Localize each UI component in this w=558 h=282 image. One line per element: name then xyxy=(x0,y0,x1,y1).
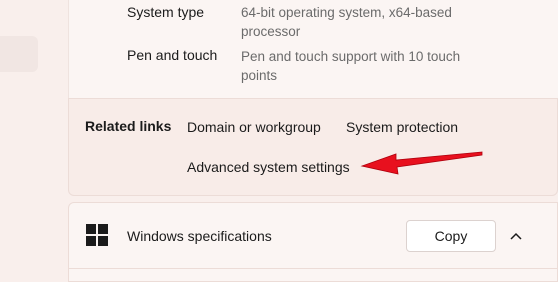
link-advanced-system-settings[interactable]: Advanced system settings xyxy=(187,159,350,175)
chevron-up-icon xyxy=(510,232,522,240)
link-system-protection[interactable]: System protection xyxy=(346,119,458,135)
card-divider xyxy=(68,268,558,269)
spec-value-system-type: 64-bit operating system, x64-based proce… xyxy=(241,5,452,39)
windows-specifications-title: Windows specifications xyxy=(127,228,272,244)
red-arrow-annotation-icon xyxy=(360,151,483,175)
spec-label-pen-touch: Pen and touch xyxy=(127,47,218,63)
windows-logo-icon xyxy=(86,224,108,246)
nav-item-selected[interactable] xyxy=(0,36,38,72)
link-domain-or-workgroup[interactable]: Domain or workgroup xyxy=(187,119,321,135)
copy-button[interactable]: Copy xyxy=(406,220,496,252)
related-links-title: Related links xyxy=(85,118,172,134)
related-links-card xyxy=(68,98,558,196)
spec-value-pen-touch: Pen and touch support with 10 touch poin… xyxy=(241,49,461,83)
spec-label-system-type: System type xyxy=(127,4,205,20)
collapse-button[interactable] xyxy=(504,224,528,248)
